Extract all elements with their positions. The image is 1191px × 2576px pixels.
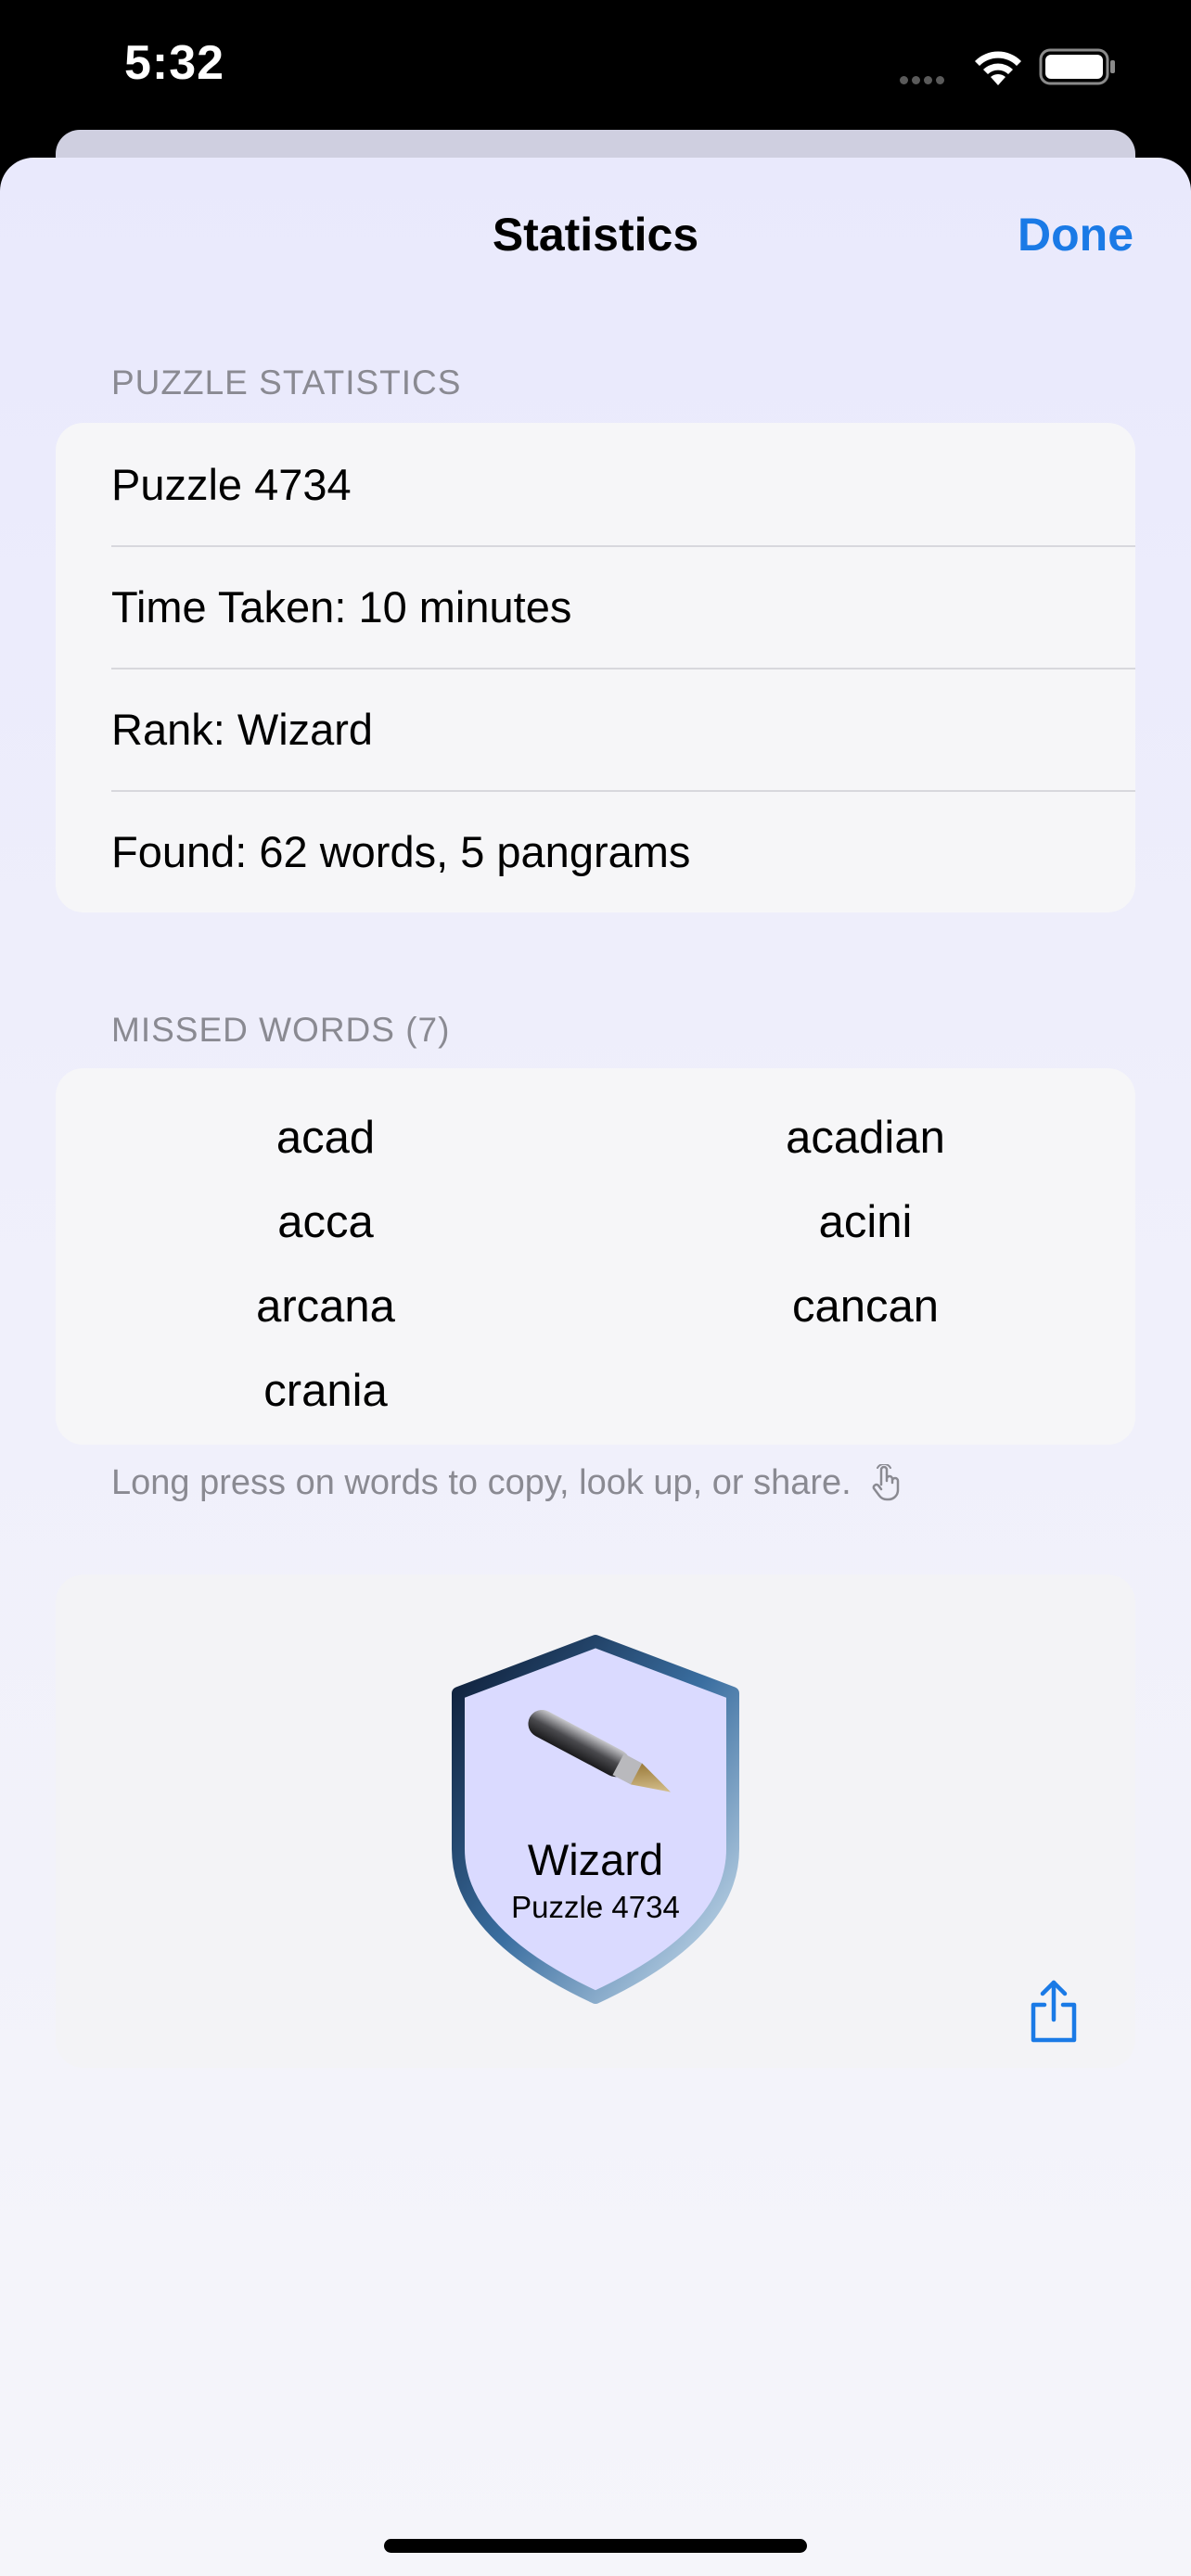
missed-word[interactable]: cancan: [596, 1265, 1135, 1349]
missed-words-header: MISSED WORDS (7): [111, 1011, 451, 1049]
missed-word[interactable]: acini: [596, 1180, 1135, 1265]
badge-puzzle-label: Puzzle 4734: [511, 1890, 680, 1924]
missed-word[interactable]: arcana: [56, 1265, 596, 1349]
missed-word[interactable]: acad: [56, 1096, 596, 1180]
puzzle-statistics-header: PUZZLE STATISTICS: [111, 363, 462, 402]
rank-badge-shield: [452, 1635, 739, 2004]
missed-word[interactable]: crania: [56, 1349, 596, 1434]
badge-rank-label: Wizard: [527, 1835, 664, 1884]
home-indicator[interactable]: [384, 2539, 807, 2553]
hand-pointer-icon: [872, 1462, 900, 1501]
status-time: 5:32: [124, 36, 225, 90]
footnote-text: Long press on words to copy, look up, or…: [111, 1463, 852, 1502]
stat-row-rank: Rank: Wizard: [56, 668, 1135, 790]
puzzle-statistics-card: Puzzle 4734 Time Taken: 10 minutes Rank:…: [56, 423, 1135, 912]
status-bar: 5:32: [0, 0, 1191, 139]
missed-word[interactable]: acca: [56, 1180, 596, 1265]
fountain-pen-icon: [528, 1709, 672, 1792]
missed-words-card: acad acadian acca acini arcana cancan cr…: [56, 1068, 1135, 1445]
stat-row-time: Time Taken: 10 minutes: [56, 545, 1135, 668]
wifi-icon: [975, 51, 1021, 85]
stat-row-puzzle: Puzzle 4734: [111, 459, 352, 509]
battery-icon: [1039, 48, 1115, 85]
missed-words-footnote: Long press on words to copy, look up, or…: [111, 1462, 903, 1503]
cellular-signal-icon: [900, 72, 948, 89]
stat-row-found: Found: 62 words, 5 pangrams: [56, 790, 1135, 912]
missed-word[interactable]: acadian: [596, 1096, 1135, 1180]
done-button[interactable]: Done: [1018, 208, 1133, 261]
share-icon[interactable]: [1024, 1979, 1083, 2044]
sheet-title: Statistics: [492, 209, 699, 261]
